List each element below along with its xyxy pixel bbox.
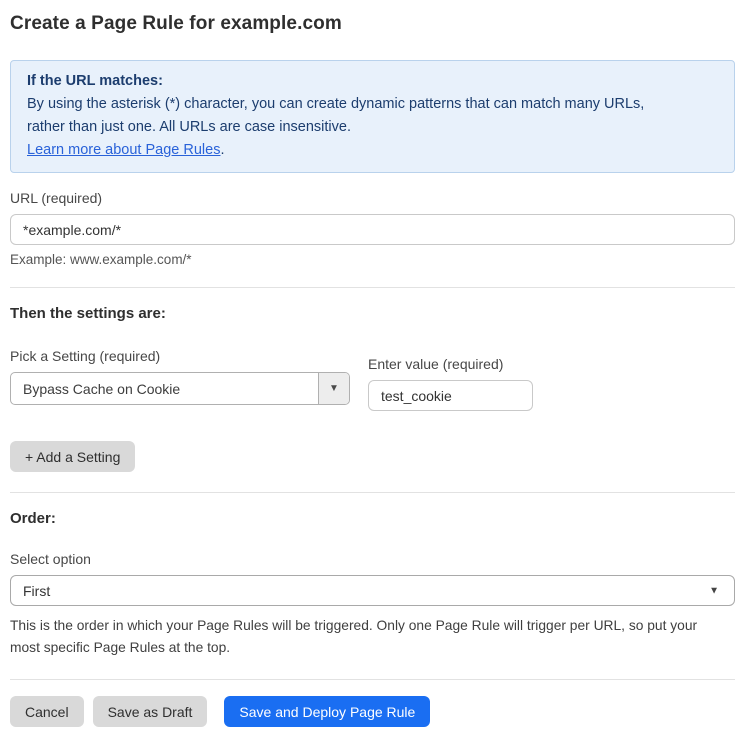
settings-row: Pick a Setting (required) Bypass Cache o…	[10, 348, 735, 411]
select-option-label: Select option	[10, 551, 735, 567]
divider	[10, 287, 735, 288]
page-title: Create a Page Rule for example.com	[10, 13, 735, 35]
page-rule-form: Create a Page Rule for example.com If th…	[0, 0, 750, 740]
divider	[10, 492, 735, 493]
save-as-draft-button[interactable]: Save as Draft	[93, 696, 208, 727]
order-description: This is the order in which your Page Rul…	[10, 615, 735, 659]
caret-down-icon: ▼	[329, 383, 339, 394]
url-example-hint: Example: www.example.com/*	[10, 252, 735, 267]
url-label: URL (required)	[10, 190, 735, 206]
learn-more-link[interactable]: Learn more about Page Rules	[27, 142, 220, 158]
value-column: Enter value (required)	[368, 356, 533, 411]
cancel-button[interactable]: Cancel	[10, 696, 84, 727]
info-box-line-2: rather than just one. All URLs are case …	[27, 116, 718, 139]
setting-select-arrow-button[interactable]: ▼	[318, 373, 349, 404]
pick-setting-label: Pick a Setting (required)	[10, 348, 350, 364]
caret-down-icon: ▼	[709, 585, 719, 596]
url-input[interactable]	[10, 214, 735, 245]
add-setting-button[interactable]: + Add a Setting	[10, 441, 135, 472]
setting-column: Pick a Setting (required) Bypass Cache o…	[10, 348, 350, 411]
info-box-link-line: Learn more about Page Rules.	[27, 139, 718, 162]
setting-select-value: Bypass Cache on Cookie	[11, 373, 318, 404]
enter-value-label: Enter value (required)	[368, 356, 533, 372]
order-select-value: First	[23, 583, 50, 599]
order-heading: Order:	[10, 510, 735, 527]
setting-value-input[interactable]	[368, 380, 533, 411]
link-suffix: .	[220, 142, 224, 158]
divider	[10, 679, 735, 680]
info-box-line-1: By using the asterisk (*) character, you…	[27, 93, 718, 116]
setting-select[interactable]: Bypass Cache on Cookie ▼	[10, 372, 350, 405]
settings-heading: Then the settings are:	[10, 305, 735, 322]
footer-actions: Cancel Save as Draft Save and Deploy Pag…	[10, 696, 735, 727]
order-select[interactable]: First ▼	[10, 575, 735, 606]
order-description-line-1: This is the order in which your Page Rul…	[10, 615, 735, 637]
url-match-info-box: If the URL matches: By using the asteris…	[10, 60, 735, 173]
info-box-heading: If the URL matches:	[27, 70, 718, 93]
order-description-line-2: most specific Page Rules at the top.	[10, 637, 735, 659]
save-and-deploy-button[interactable]: Save and Deploy Page Rule	[224, 696, 430, 727]
